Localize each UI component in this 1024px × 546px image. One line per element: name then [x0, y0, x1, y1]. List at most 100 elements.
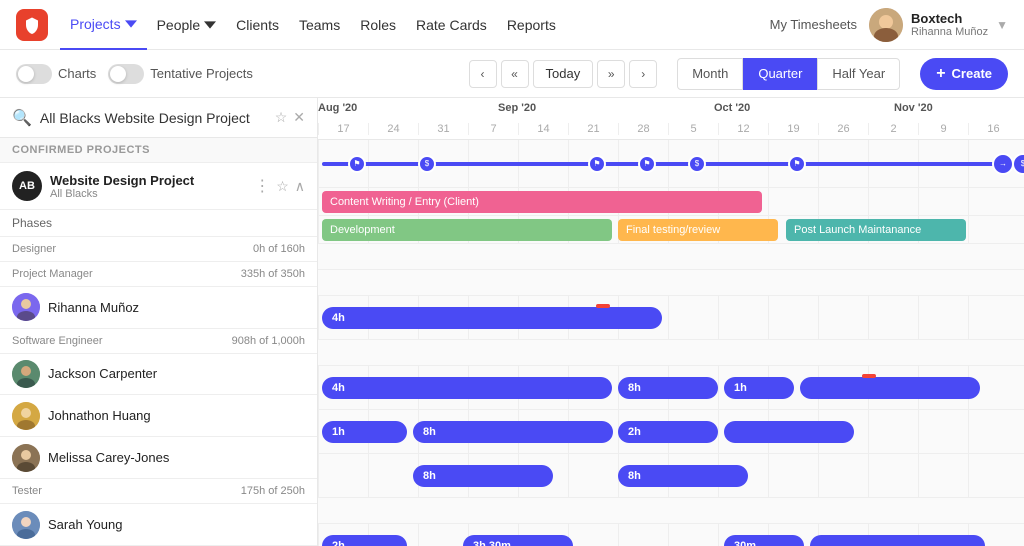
- date-numbers-row: 17 24 31 7 14 21 28 5 12 19 26 2 9 16: [318, 114, 1018, 139]
- prev-single-button[interactable]: ‹: [469, 60, 497, 88]
- left-panel: 🔍 All Blacks Website Design Project ☆ ✕ …: [0, 98, 318, 546]
- my-timesheets-link[interactable]: My Timesheets: [770, 17, 857, 32]
- sarah-bar3: 30m: [724, 535, 804, 546]
- project-collapse-button[interactable]: ∧: [295, 178, 305, 195]
- project-client: All Blacks: [50, 188, 246, 200]
- nav-roles[interactable]: Roles: [350, 0, 406, 50]
- role-designer-row: Designer 0h of 160h: [0, 237, 317, 262]
- rihanna-avatar: [12, 293, 40, 321]
- role-tester-row: Tester 175h of 250h: [0, 479, 317, 504]
- user-dropdown-icon[interactable]: ▼: [996, 18, 1008, 32]
- month-sep: Sep '20: [498, 102, 536, 114]
- nav-projects[interactable]: Projects: [60, 0, 147, 50]
- rihanna-overrun-indicator: [596, 304, 610, 308]
- jackson-name: Jackson Carpenter: [48, 366, 305, 381]
- gantt-container: 🔍 All Blacks Website Design Project ☆ ✕ …: [0, 98, 1024, 546]
- sarah-name: Sarah Young: [48, 517, 305, 532]
- jackson-bar1: 4h: [322, 377, 612, 399]
- melissa-bar1: 8h: [413, 465, 553, 487]
- person-melissa-row: Melissa Carey-Jones: [0, 437, 317, 479]
- star-button[interactable]: ☆: [275, 109, 288, 126]
- rihanna-gantt-row: 4h: [318, 296, 1024, 340]
- pm-role-hours: 335h of 350h: [241, 268, 305, 280]
- next-single-button[interactable]: ›: [629, 60, 657, 88]
- period-month-button[interactable]: Month: [677, 58, 743, 90]
- johnathon-bar1: 1h: [322, 421, 407, 443]
- sarah-bar2: 3h 30m: [463, 535, 573, 546]
- nav-people[interactable]: People: [147, 0, 227, 50]
- user-avatar: [869, 8, 903, 42]
- milestone-dollar-2: $: [688, 155, 706, 173]
- date-5: 5: [668, 123, 718, 135]
- role-pm-row: Project Manager 335h of 350h: [0, 262, 317, 287]
- charts-label: Charts: [58, 66, 96, 81]
- charts-toggle[interactable]: [16, 64, 52, 84]
- se-role-name: Software Engineer: [12, 335, 103, 347]
- date-19: 19: [768, 123, 818, 135]
- person-johnathon-row: Johnathon Huang: [0, 395, 317, 437]
- tentative-toggle-knob: [110, 66, 126, 82]
- jackson-overrun-indicator: [862, 374, 876, 378]
- sarah-gantt-row: 2h 3h 30m 30m: [318, 524, 1024, 546]
- jackson-gantt-row: 4h 8h 1h: [318, 366, 1024, 410]
- app-logo[interactable]: [16, 9, 48, 41]
- se-gantt-row: [318, 340, 1024, 366]
- timeline-navigation: ‹ « Today » ›: [469, 60, 658, 88]
- project-menu-button[interactable]: ⋮: [254, 176, 270, 196]
- nav-teams[interactable]: Teams: [289, 0, 350, 50]
- period-buttons: Month Quarter Half Year: [677, 58, 900, 90]
- month-aug: Aug '20: [318, 102, 357, 114]
- nav-rate-cards[interactable]: Rate Cards: [406, 0, 497, 50]
- milestone-dollar-1: $: [418, 155, 436, 173]
- phases-label: Phases: [12, 216, 52, 230]
- project-info: Website Design Project All Blacks: [50, 173, 246, 200]
- project-name: Website Design Project: [50, 173, 246, 188]
- johnathon-avatar: [12, 402, 40, 430]
- pm-role-name: Project Manager: [12, 268, 93, 280]
- user-info: Boxtech Rihanna Muñoz: [911, 11, 988, 38]
- right-panel: Aug '20 Sep '20 Oct '20 Nov '20 17 24 31…: [318, 98, 1024, 546]
- milestone-flag-3: ⚑: [638, 155, 656, 173]
- search-bar: 🔍 All Blacks Website Design Project ☆ ✕: [0, 98, 317, 138]
- next-double-button[interactable]: »: [597, 60, 625, 88]
- period-quarter-button[interactable]: Quarter: [743, 58, 817, 90]
- dev-phases-gantt-row: Development Final testing/review Post La…: [318, 216, 1024, 244]
- date-2: 2: [868, 123, 918, 135]
- tentative-toggle[interactable]: [108, 64, 144, 84]
- tentative-label: Tentative Projects: [150, 66, 253, 81]
- post-launch-label: Post Launch Maintanance: [794, 224, 921, 236]
- period-halfyear-button[interactable]: Half Year: [817, 58, 900, 90]
- create-button[interactable]: + Create: [920, 58, 1008, 90]
- today-button[interactable]: Today: [533, 60, 594, 88]
- tentative-toggle-wrap: Tentative Projects: [108, 64, 253, 84]
- final-testing-label: Final testing/review: [626, 224, 720, 236]
- top-navigation: Projects People Clients Teams Roles Rate…: [0, 0, 1024, 50]
- phases-gantt-row: Content Writing / Entry (Client): [318, 188, 1024, 216]
- jackson-bar3: 1h: [724, 377, 794, 399]
- nav-clients[interactable]: Clients: [226, 0, 289, 50]
- se-role-hours: 908h of 1,000h: [232, 335, 305, 347]
- person-rihanna-row: Rihanna Muñoz: [0, 287, 317, 329]
- sarah-avatar: [12, 511, 40, 539]
- charts-toggle-knob: [18, 66, 34, 82]
- content-writing-bar: Content Writing / Entry (Client): [322, 191, 762, 213]
- user-area[interactable]: Boxtech Rihanna Muñoz ▼: [869, 8, 1008, 42]
- johnathon-bar2: 8h: [413, 421, 613, 443]
- project-avatar: AB: [12, 171, 42, 201]
- milestone-flag-2: ⚑: [588, 155, 606, 173]
- nav-reports[interactable]: Reports: [497, 0, 566, 50]
- rihanna-name: Rihanna Muñoz: [48, 300, 305, 315]
- johnathon-gantt-row: 1h 8h 2h: [318, 410, 1024, 454]
- melissa-bar2: 8h: [618, 465, 748, 487]
- milestone-flag-1: ⚑: [348, 155, 366, 173]
- melissa-avatar: [12, 444, 40, 472]
- date-21: 21: [568, 123, 618, 135]
- search-actions: ☆ ✕: [275, 109, 305, 126]
- person-jackson-row: Jackson Carpenter: [0, 354, 317, 396]
- date-26: 26: [818, 123, 868, 135]
- date-14: 14: [518, 123, 568, 135]
- prev-double-button[interactable]: «: [501, 60, 529, 88]
- close-button[interactable]: ✕: [293, 109, 305, 126]
- project-star-button[interactable]: ☆: [276, 178, 289, 195]
- date-columns: Aug '20 Sep '20 Oct '20 Nov '20 17 24 31…: [318, 98, 1024, 139]
